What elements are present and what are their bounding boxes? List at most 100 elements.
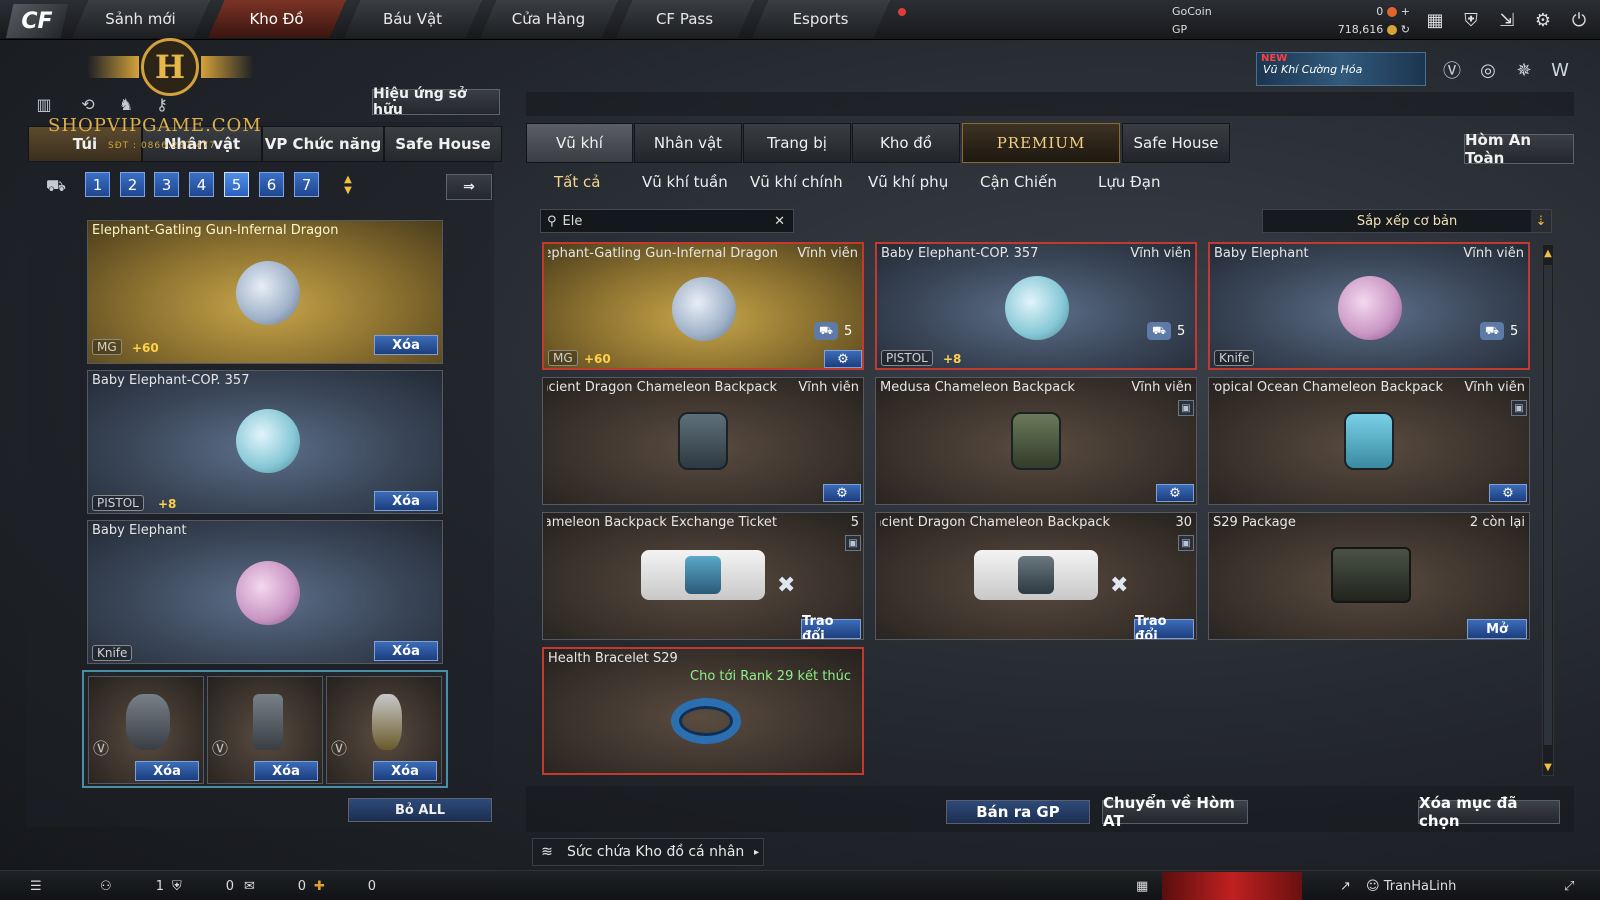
settings-gear-button[interactable]: ⚙	[823, 484, 861, 502]
power-icon[interactable]: ⏻	[1564, 4, 1594, 36]
globe-icon[interactable]: ◎	[1474, 56, 1502, 84]
main-tab-characters[interactable]: Nhân vật	[634, 123, 742, 163]
search-box[interactable]: ⚲ ✕	[540, 209, 794, 233]
page-sort-arrows-icon[interactable]: ▲ ▼	[338, 174, 358, 198]
star-badge-icon[interactable]: ✵	[1510, 56, 1538, 84]
item-card-s29-package[interactable]: S29 Package 2 còn lại Mở	[1208, 512, 1530, 640]
add-gocoin-icon[interactable]: +	[1401, 5, 1410, 18]
trash-icon[interactable]: ▣	[1178, 400, 1194, 416]
ranking-icon[interactable]: ▥	[32, 92, 56, 116]
nav-tab-esports[interactable]: Esports	[752, 0, 890, 38]
capacity-panel[interactable]: ≋ Sức chứa Kho đồ cá nhân ▸	[532, 838, 764, 866]
clear-search-icon[interactable]: ✕	[774, 214, 785, 229]
subtab-all[interactable]: Tất cả	[554, 173, 600, 195]
slot-card-primary[interactable]: Elephant-Gatling Gun-Infernal Dragon MG …	[87, 220, 443, 364]
main-tab-equipment[interactable]: Trang bị	[743, 123, 851, 163]
grenade-slot-1[interactable]: Ⓥ Xóa	[88, 676, 204, 784]
safe-box-button[interactable]: Hòm An Toàn	[1464, 131, 1574, 167]
item-card-baby-elephant-cop[interactable]: Baby Elephant-COP. 357 Vĩnh viễn ⛟ 5 PISTO…	[875, 242, 1197, 370]
menu-icon[interactable]: ☰	[30, 876, 42, 896]
trash-icon[interactable]: ▣	[1178, 535, 1194, 551]
page-1-button[interactable]: 1	[85, 172, 110, 197]
expand-arrow-icon[interactable]: ▸	[754, 847, 759, 858]
remove-button[interactable]: Xóa	[374, 491, 438, 511]
slot-card-secondary[interactable]: Baby Elephant-COP. 357 PISTOL +8 Xóa	[87, 370, 443, 514]
scroll-up-icon[interactable]: ▲	[1543, 247, 1553, 259]
grid-icon[interactable]: ▦	[1420, 4, 1450, 36]
nav-tab-treasure[interactable]: Báu Vật	[344, 0, 482, 38]
exchange-button[interactable]: Trao đổi	[801, 614, 861, 639]
chat-status[interactable]: ✉ 0	[244, 876, 306, 896]
page-5-button[interactable]: 5	[224, 172, 249, 197]
sort-select[interactable]: Sắp xếp cơ bản ⇣	[1262, 209, 1552, 233]
page-3-button[interactable]: 3	[154, 172, 179, 197]
user-profile[interactable]: ☺ TranHaLinh	[1366, 876, 1456, 896]
sort-direction-icon[interactable]: ⇣	[1531, 210, 1551, 232]
main-tab-weapons[interactable]: Vũ khí	[526, 123, 633, 163]
subtab-secondary-weapons[interactable]: Vũ khí phụ	[868, 173, 948, 195]
page-4-button[interactable]: 4	[189, 172, 214, 197]
nav-tab-cfpass[interactable]: CF Pass	[616, 0, 754, 38]
grenade-slot-2[interactable]: Ⓥ Xóa	[207, 676, 323, 784]
page-2-button[interactable]: 2	[120, 172, 145, 197]
share-icon[interactable]: ↗	[1340, 876, 1351, 896]
remove-button[interactable]: Xóa	[374, 641, 438, 661]
delete-selected-button[interactable]: Xóa mục đã chọn	[1418, 794, 1560, 830]
item-card-ancient-dragon-backpack[interactable]: Ancient Dragon Chameleon Backpack Vĩnh vi…	[542, 377, 864, 505]
subtab-weekly-weapons[interactable]: Vũ khí tuần	[642, 173, 728, 195]
friends-status[interactable]: ⚇ 1	[100, 876, 164, 896]
gear-icon[interactable]: ⚙	[1528, 4, 1558, 36]
cf-logo[interactable]: CF	[6, 4, 68, 38]
search-input[interactable]	[562, 213, 763, 229]
transfer-bag-icon[interactable]: ⇒	[446, 174, 492, 200]
trash-icon[interactable]: ▣	[1511, 400, 1527, 416]
settings-gear-button[interactable]: ⚙	[1489, 484, 1527, 502]
subtab-melee[interactable]: Cận Chiến	[980, 173, 1057, 195]
remove-button[interactable]: Xóa	[373, 761, 437, 781]
settings-gear-button[interactable]: ⚙	[1156, 484, 1194, 502]
main-tab-storage[interactable]: Kho đồ	[852, 123, 960, 163]
character-icon[interactable]: ♞	[114, 92, 138, 116]
item-card-elephant-gatling[interactable]: Elephant-Gatling Gun-Infernal Dragon Vĩnh…	[542, 242, 864, 370]
trash-icon[interactable]: ▣	[845, 535, 861, 551]
key-icon[interactable]: ⚷	[150, 92, 174, 116]
exchange-button[interactable]: Trao đổi	[1134, 614, 1194, 639]
item-card-tropical-ocean-backpack[interactable]: Tropical Ocean Chameleon Backpack Vĩnh vi…	[1208, 377, 1530, 505]
nav-tab-shop[interactable]: Cửa Hàng	[480, 0, 618, 38]
item-card-baby-elephant[interactable]: Baby Elephant Vĩnh viễn ⛟ 5 Knife	[1208, 242, 1530, 370]
scroll-thumb[interactable]	[1544, 265, 1552, 745]
open-button[interactable]: Mở	[1467, 619, 1527, 639]
wings-icon[interactable]: W	[1546, 56, 1574, 84]
owned-effects-button[interactable]: Hiệu ứng sở hữu	[372, 86, 500, 118]
badge-v-icon[interactable]: Ⓥ	[1438, 56, 1466, 84]
sell-gp-button[interactable]: Bán ra GP	[946, 800, 1090, 824]
promo-banner[interactable]: NEW Vũ Khí Cường Hóa	[1256, 52, 1426, 86]
subtab-grenades[interactable]: Lựu Đạn	[1098, 173, 1160, 195]
remove-button[interactable]: Xóa	[254, 761, 318, 781]
clan-status[interactable]: ⛨ 0	[172, 876, 234, 896]
expand-window-icon[interactable]: ⤢	[1564, 876, 1574, 896]
subtab-primary-weapons[interactable]: Vũ khí chính	[750, 173, 843, 195]
item-card-exchange-ticket[interactable]: Chameleon Backpack Exchange Ticket 5 ▣ ✖ …	[542, 512, 864, 640]
gift-status[interactable]: ✚ 0	[314, 876, 376, 896]
page-7-button[interactable]: 7	[294, 172, 319, 197]
settings-gear-button[interactable]: ⚙	[824, 350, 862, 368]
main-tab-premium[interactable]: PREMIUM	[962, 123, 1120, 163]
slot-card-melee[interactable]: Baby Elephant Knife Xóa	[87, 520, 443, 664]
shield-icon[interactable]: ⛨	[1456, 4, 1486, 36]
main-tab-safe-house[interactable]: Safe House	[1122, 123, 1230, 163]
rank-icon[interactable]: ▦	[1136, 876, 1148, 896]
item-card-medusa-backpack[interactable]: Medusa Chameleon Backpack Vĩnh viễn ▣ ⚙	[875, 377, 1197, 505]
remove-button[interactable]: Xóa	[135, 761, 199, 781]
item-card-health-bracelet[interactable]: Health Bracelet S29 Cho tới Rank 29 kết …	[542, 647, 864, 775]
item-grid-scrollbar[interactable]: ▲ ▼	[1542, 244, 1554, 776]
remove-button[interactable]: Xóa	[374, 335, 438, 355]
scroll-down-icon[interactable]: ▼	[1543, 761, 1553, 773]
page-6-button[interactable]: 6	[259, 172, 284, 197]
transfer-safe-button[interactable]: Chuyển về Hòm AT	[1102, 794, 1248, 830]
exit-room-icon[interactable]: ⇲	[1492, 4, 1522, 36]
history-icon[interactable]: ⟲	[76, 92, 100, 116]
left-tab-safe-house[interactable]: Safe House	[384, 126, 502, 162]
refresh-gp-icon[interactable]: ↻	[1401, 23, 1410, 36]
item-card-ancient-dragon-backpack-ticket[interactable]: Ancient Dragon Chameleon Backpack 30 ▣ ✖ …	[875, 512, 1197, 640]
